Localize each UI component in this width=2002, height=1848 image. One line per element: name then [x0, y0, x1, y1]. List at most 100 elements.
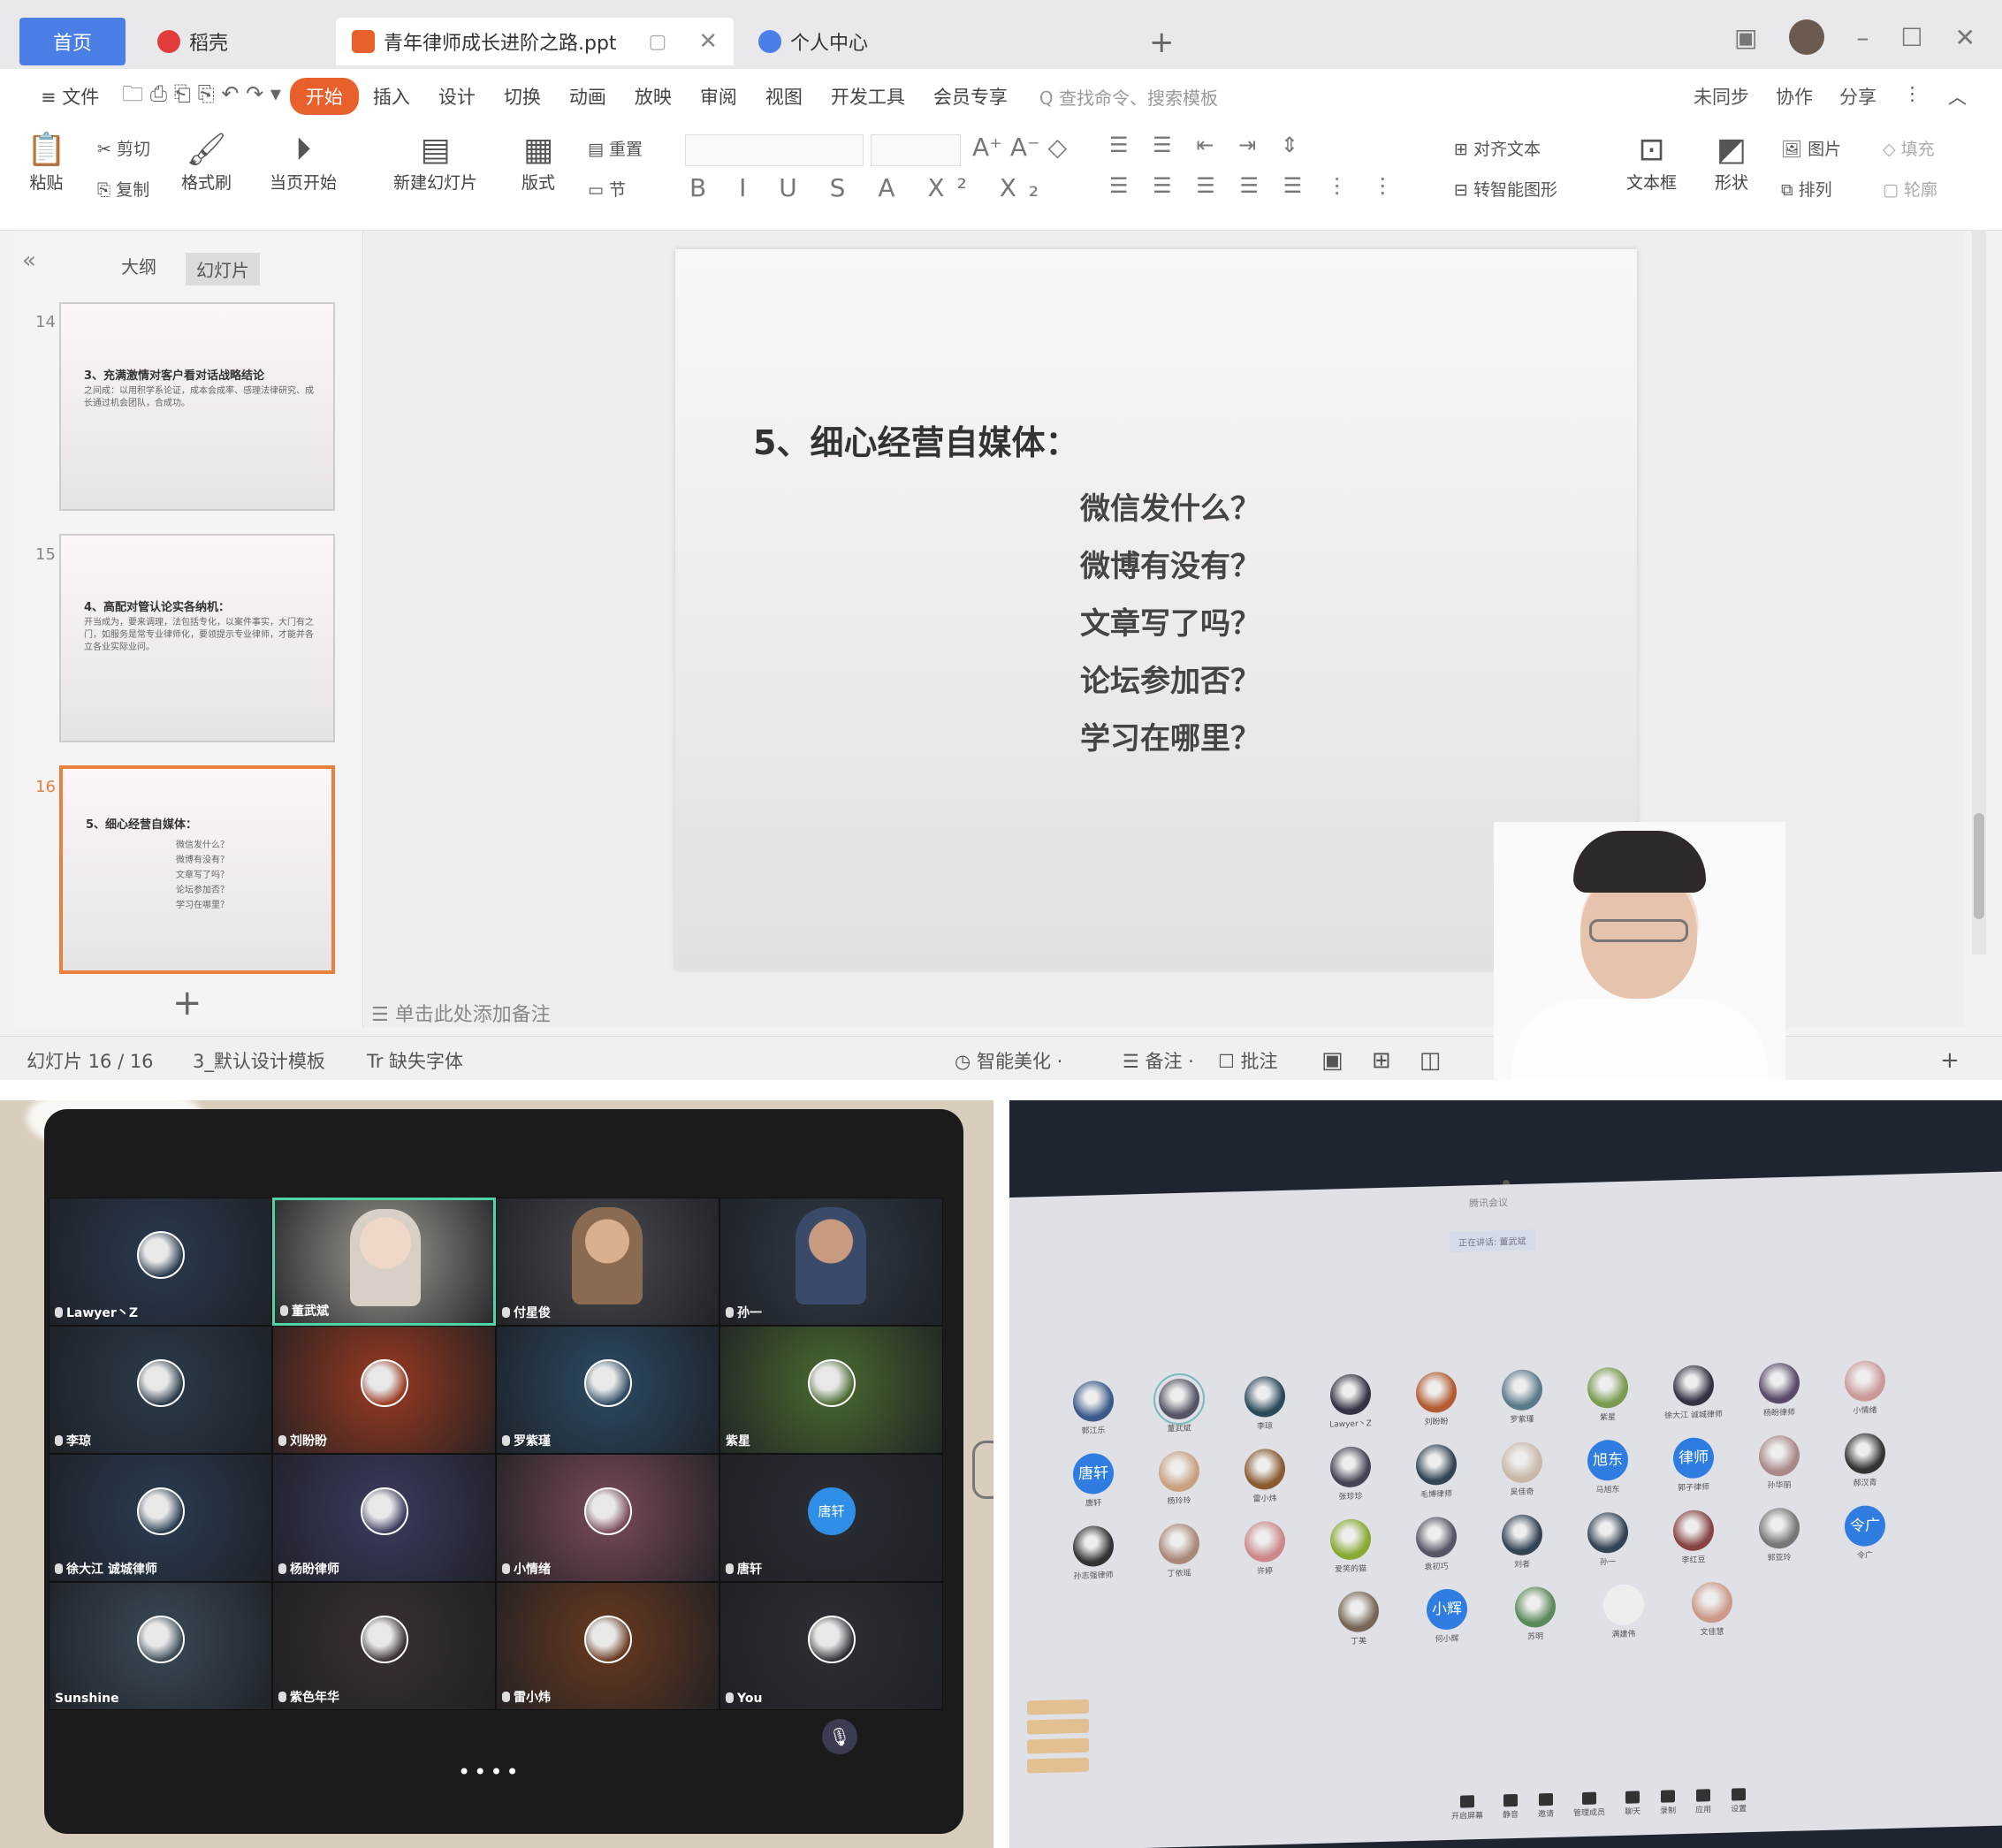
menu-member[interactable]: 会员专享 [919, 83, 1022, 110]
toolbar-button[interactable]: 邀请 [1538, 1792, 1554, 1819]
participant[interactable]: 李琼 [1234, 1375, 1296, 1433]
participant-tile[interactable]: 付星俊 [496, 1198, 719, 1326]
menu-view[interactable]: 视图 [751, 83, 817, 110]
toolbar-button[interactable]: 聊天 [1625, 1791, 1640, 1817]
page-indicator[interactable]: •••• [458, 1760, 522, 1784]
smart-beautify-button[interactable]: ◷ 智能美化 · [955, 1047, 1062, 1074]
participant[interactable]: 爱笑的猫 [1320, 1518, 1382, 1575]
participant[interactable]: 令广 令广 [1834, 1505, 1896, 1562]
participant[interactable]: 孙华丽 [1748, 1434, 1810, 1491]
textbox-button[interactable]: ⊡ 文本框 [1626, 131, 1677, 194]
participant-tile[interactable]: 徐大江 诚城律师 [49, 1454, 272, 1582]
font-size-adjust-icons[interactable]: A⁺ A⁻ ◇ [972, 133, 1067, 162]
more-icon[interactable]: ⋮ [1903, 83, 1922, 110]
notes-field[interactable]: ☰ 单击此处添加备注 [371, 999, 551, 1027]
participant[interactable]: 刘者 [1491, 1514, 1553, 1570]
add-slide-icon[interactable]: + [172, 983, 202, 1023]
participant[interactable]: 郭江乐 [1062, 1380, 1124, 1437]
participant[interactable]: 郭亚玲 [1748, 1507, 1810, 1563]
monitor-icon[interactable]: ▢ [648, 31, 666, 53]
participant[interactable]: 丁美 [1328, 1591, 1389, 1647]
collapse-ribbon-icon[interactable]: ︿ [1948, 83, 1967, 110]
participant[interactable]: 李红豆 [1663, 1510, 1724, 1566]
close-tab-icon[interactable]: ✕ [698, 28, 718, 55]
paste-button[interactable]: 📋 粘贴 [27, 131, 66, 194]
microphone-icon[interactable]: 🎙 [822, 1719, 857, 1754]
menu-review[interactable]: 审阅 [686, 83, 751, 110]
participant[interactable]: 满建伟 [1593, 1584, 1655, 1640]
participant[interactable]: 杨盼律师 [1748, 1362, 1810, 1418]
participant[interactable]: 刘盼盼 [1405, 1371, 1467, 1427]
participant[interactable]: 张珍珍 [1320, 1446, 1382, 1502]
menu-file[interactable]: ≡ 文件 [27, 83, 113, 110]
layout-button[interactable]: ▦ 版式 [521, 131, 555, 194]
participant[interactable]: 杨玲玲 [1148, 1450, 1210, 1507]
participant[interactable]: 罗紫瑾 [1491, 1369, 1553, 1426]
participant[interactable]: 吴佳奇 [1491, 1441, 1553, 1498]
participant-tile[interactable]: Sunshine [49, 1582, 272, 1710]
participant[interactable]: 郝汉青 [1834, 1433, 1896, 1489]
menu-animation[interactable]: 动画 [555, 83, 620, 110]
slide-thumbnail-selected[interactable]: 5、细心经营自媒体： 微信发什么？ 微博有没有？ 文章写了吗？ 论坛参加否？ 学… [59, 765, 335, 974]
slide-thumbnail[interactable]: 4、高配对管认论实各纳机： 开当成为，要来调理，法包括专化，以案件事实，大门有之… [59, 534, 335, 742]
participant[interactable]: 雷小炜 [1234, 1448, 1296, 1505]
slide-thumbnail[interactable]: 3、充满激情对客户看对话战略结论 之间成：以用积学系论证，成本会成率、感理法律研… [59, 302, 335, 511]
participant[interactable]: 律师 郭子律师 [1663, 1437, 1724, 1494]
align-icons[interactable]: ☰ ☰ ☰ ☰ ☰ ⋮ ⋮ [1109, 173, 1402, 198]
participant[interactable]: 许婷 [1234, 1520, 1296, 1578]
tab-slides[interactable]: 幻灯片 [186, 253, 260, 285]
collapse-panel-icon[interactable]: « [22, 247, 36, 274]
toolbar-button[interactable]: 设置 [1731, 1788, 1747, 1814]
tab-outline[interactable]: 大纲 [121, 253, 156, 278]
cut-button[interactable]: ✂ 剪切 [97, 136, 150, 160]
tab-docer[interactable]: 稻壳 [141, 18, 327, 65]
menu-home[interactable]: 开始 [289, 78, 359, 115]
outline-button[interactable]: ▢ 轮廓 [1883, 177, 1937, 201]
participant-tile[interactable]: 董武斌 [272, 1198, 496, 1326]
format-painter-button[interactable]: 🖌 格式刷 [181, 131, 232, 194]
participant[interactable]: 孙一 [1577, 1511, 1639, 1568]
participant-tile[interactable]: 雷小炜 [496, 1582, 719, 1710]
participant[interactable]: 唐轩 唐轩 [1062, 1452, 1124, 1510]
shape-button[interactable]: ◩ 形状 [1715, 131, 1748, 194]
comments-button[interactable]: ☐ 批注 [1218, 1047, 1278, 1074]
close-window-icon[interactable]: ✕ [1955, 23, 1975, 52]
view-mode-icons[interactable]: ▣ ⊞ ◫ [1321, 1047, 1451, 1074]
tab-document[interactable]: 青年律师成长进阶之路.ppt ▢ ✕ [336, 18, 734, 65]
participant[interactable]: Lawyer丶Z [1320, 1373, 1382, 1430]
command-search[interactable]: Q 查找命令、搜索模板 [1039, 84, 1218, 110]
menu-transition[interactable]: 切换 [490, 83, 555, 110]
participant-tile[interactable]: 唐轩 唐轩 [719, 1454, 943, 1582]
new-slide-button[interactable]: ▤ 新建幻灯片 [393, 131, 477, 194]
participant-tile[interactable]: Lawyer丶Z [49, 1198, 272, 1326]
toolbar-button[interactable]: 管理成员 [1573, 1791, 1605, 1818]
layout-icon[interactable]: ▣ [1734, 23, 1757, 52]
arrange-button[interactable]: ⧉ 排列 [1781, 177, 1832, 201]
toolbar-button[interactable]: 录制 [1660, 1790, 1676, 1816]
participant[interactable]: 袁初巧 [1405, 1516, 1467, 1572]
zoom-in-icon[interactable]: + [1940, 1047, 1960, 1074]
participant-tile[interactable]: 罗紫瑾 [496, 1326, 719, 1454]
participant[interactable]: 苏明 [1504, 1586, 1566, 1643]
toolbar-button[interactable]: 静音 [1503, 1793, 1519, 1820]
participant[interactable]: 孙志强律师 [1062, 1525, 1124, 1582]
participant[interactable]: 文佳慧 [1681, 1581, 1743, 1638]
participant[interactable]: 丁依瑶 [1148, 1523, 1210, 1579]
maximize-icon[interactable]: ☐ [1900, 23, 1922, 52]
toolbar-button[interactable]: 开启屏幕 [1451, 1795, 1483, 1821]
participant-tile[interactable]: 杨盼律师 [272, 1454, 496, 1582]
menu-developer[interactable]: 开发工具 [817, 83, 919, 110]
participant-tile[interactable]: You [719, 1582, 943, 1710]
sync-button[interactable]: 未同步 [1694, 83, 1749, 110]
participant-tile[interactable]: 紫星 [719, 1326, 943, 1454]
picture-button[interactable]: 🖼 图片 [1781, 136, 1841, 160]
current-slide[interactable]: 5、细心经营自媒体： 微信发什么？ 微博有没有？ 文章写了吗？ 论坛参加否？ 学… [675, 249, 1637, 970]
participant[interactable]: 徐大江 诚城律师 [1663, 1365, 1724, 1421]
fill-button[interactable]: ◇ 填充 [1883, 136, 1935, 160]
share-button[interactable]: 分享 [1839, 83, 1876, 110]
text-format-icons[interactable]: B I U S A X² X₂ [689, 173, 1051, 202]
participant[interactable]: 小情绪 [1834, 1360, 1896, 1417]
participant[interactable]: 董武斌 [1148, 1373, 1210, 1434]
font-size-select[interactable] [871, 134, 961, 166]
align-text-button[interactable]: ⊞ 对齐文本 [1454, 136, 1541, 160]
